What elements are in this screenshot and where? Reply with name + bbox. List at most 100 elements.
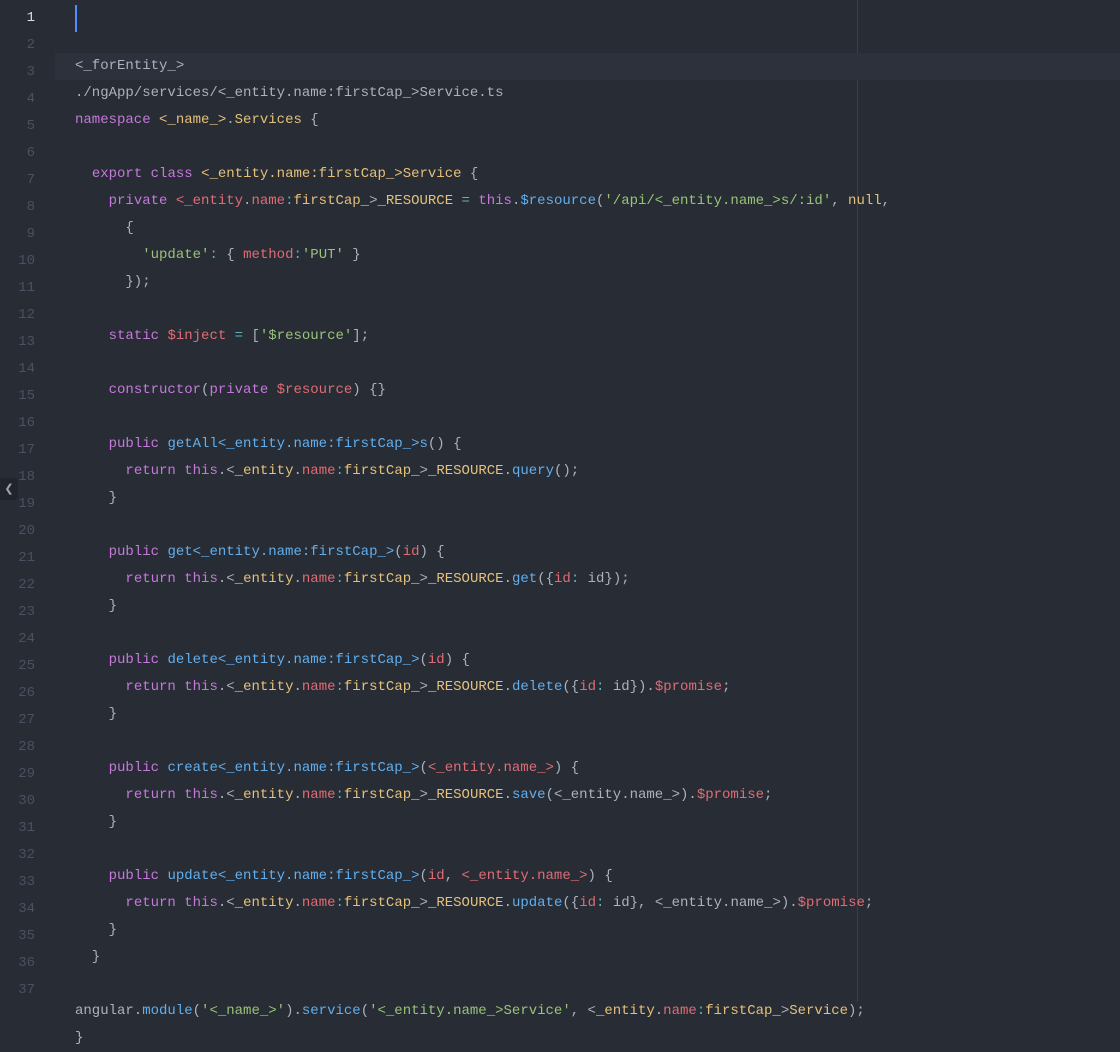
fold-handle[interactable]: ❮ [0, 478, 18, 500]
code-line[interactable] [75, 296, 1120, 323]
code-line[interactable]: <_forEntity_> [55, 53, 1120, 80]
code-line[interactable] [75, 404, 1120, 431]
code-line[interactable]: return this.<_entity.name:firstCap_>_RES… [75, 566, 1120, 593]
line-number[interactable]: 24 [0, 626, 35, 653]
code-line[interactable]: } [75, 485, 1120, 512]
line-number[interactable]: 15 [0, 383, 35, 410]
code-line[interactable]: } [75, 809, 1120, 836]
token-kw: private [209, 382, 268, 398]
code-line[interactable]: public getAll<_entity.name:firstCap_>s()… [75, 431, 1120, 458]
token-pl: . [504, 679, 512, 695]
token-cls: _RESOURCE [428, 787, 504, 803]
token-fn: query [512, 463, 554, 479]
line-number[interactable]: 35 [0, 923, 35, 950]
line-number[interactable]: 11 [0, 275, 35, 302]
code-line[interactable]: return this.<_entity.name:firstCap_>_RES… [75, 890, 1120, 917]
code-line[interactable]: return this.<_entity.name:firstCap_>_RES… [75, 674, 1120, 701]
line-number[interactable]: 22 [0, 572, 35, 599]
token-pl: id}). [604, 679, 654, 695]
code-line[interactable] [75, 971, 1120, 998]
code-line[interactable]: ./ngApp/services/<_entity.name:firstCap_… [75, 80, 1120, 107]
token-prop: name [663, 1003, 697, 1019]
token-pl: , [882, 193, 890, 209]
line-number[interactable]: 21 [0, 545, 35, 572]
line-number[interactable]: 25 [0, 653, 35, 680]
code-line[interactable]: angular.module('<_name_>').service('<_en… [75, 998, 1120, 1025]
code-area[interactable]: <_forEntity_>./ngApp/services/<_entity.n… [55, 0, 1120, 1002]
code-line[interactable]: 'update': { method:'PUT' } [75, 242, 1120, 269]
line-number[interactable]: 17 [0, 437, 35, 464]
code-line[interactable]: constructor(private $resource) {} [75, 377, 1120, 404]
code-line[interactable]: public create<_entity.name:firstCap_>(<_… [75, 755, 1120, 782]
code-editor[interactable]: 1234567891011121314151617181920212223242… [0, 0, 1120, 1002]
code-line[interactable]: public delete<_entity.name:firstCap_>(id… [75, 647, 1120, 674]
line-number[interactable]: 13 [0, 329, 35, 356]
token-pl [75, 652, 109, 668]
line-number[interactable]: 36 [0, 950, 35, 977]
token-kw: constructor [109, 382, 201, 398]
token-pl: ]; [352, 328, 369, 344]
code-line[interactable]: namespace <_name_>.Services { [75, 107, 1120, 134]
code-line[interactable] [75, 512, 1120, 539]
code-line[interactable]: } [75, 1025, 1120, 1052]
line-number[interactable]: 3 [0, 59, 35, 86]
code-line[interactable]: return this.<_entity.name:firstCap_>_RES… [75, 782, 1120, 809]
code-line[interactable]: static $inject = ['$resource']; [75, 323, 1120, 350]
line-number[interactable]: 37 [0, 977, 35, 1004]
line-number[interactable]: 31 [0, 815, 35, 842]
line-number[interactable]: 27 [0, 707, 35, 734]
token-pl: id}); [579, 571, 629, 587]
code-line[interactable]: }); [75, 269, 1120, 296]
line-number[interactable]: 8 [0, 194, 35, 221]
code-line[interactable] [75, 836, 1120, 863]
code-line[interactable]: public get<_entity.name:firstCap_>(id) { [75, 539, 1120, 566]
token-pl [176, 679, 184, 695]
line-number[interactable]: 23 [0, 599, 35, 626]
code-line[interactable] [75, 350, 1120, 377]
line-number[interactable]: 30 [0, 788, 35, 815]
line-number[interactable]: 32 [0, 842, 35, 869]
code-line[interactable] [75, 620, 1120, 647]
line-number[interactable]: 33 [0, 869, 35, 896]
line-number[interactable]: 16 [0, 410, 35, 437]
token-pl: ; [722, 679, 730, 695]
line-number[interactable]: 14 [0, 356, 35, 383]
code-line[interactable]: return this.<_entity.name:firstCap_>_RES… [75, 458, 1120, 485]
token-cls: _entity [235, 787, 294, 803]
line-number[interactable]: 7 [0, 167, 35, 194]
line-number[interactable]: 12 [0, 302, 35, 329]
code-line[interactable]: } [75, 701, 1120, 728]
code-line[interactable]: } [75, 593, 1120, 620]
line-number[interactable]: 26 [0, 680, 35, 707]
token-pl: } [75, 1030, 83, 1046]
line-number[interactable]: 9 [0, 221, 35, 248]
line-number[interactable]: 28 [0, 734, 35, 761]
code-line[interactable] [75, 134, 1120, 161]
code-line[interactable]: } [75, 944, 1120, 971]
line-number[interactable]: 10 [0, 248, 35, 275]
line-number[interactable]: 1 [0, 5, 35, 32]
token-prop: name [302, 787, 336, 803]
line-number[interactable]: 20 [0, 518, 35, 545]
token-pl: }); [75, 274, 151, 290]
line-number[interactable]: 34 [0, 896, 35, 923]
code-line[interactable]: { [75, 215, 1120, 242]
token-pl [75, 247, 142, 263]
token-pl: > [420, 895, 428, 911]
code-line[interactable]: private <_entity.name:firstCap_>_RESOURC… [75, 188, 1120, 215]
code-line[interactable]: public update<_entity.name:firstCap_>(id… [75, 863, 1120, 890]
line-number-gutter[interactable]: 1234567891011121314151617181920212223242… [0, 0, 55, 1002]
line-number[interactable]: 2 [0, 32, 35, 59]
token-pl [75, 760, 109, 776]
line-number[interactable]: 4 [0, 86, 35, 113]
line-number[interactable]: 6 [0, 140, 35, 167]
code-line[interactable] [75, 728, 1120, 755]
token-pl [75, 868, 109, 884]
line-number[interactable]: 5 [0, 113, 35, 140]
token-prop: name [251, 193, 285, 209]
token-kw: return [125, 463, 175, 479]
line-number[interactable]: 29 [0, 761, 35, 788]
code-line[interactable]: export class <_entity.name:firstCap_>Ser… [75, 161, 1120, 188]
token-pl: ( [361, 1003, 369, 1019]
code-line[interactable]: } [75, 917, 1120, 944]
